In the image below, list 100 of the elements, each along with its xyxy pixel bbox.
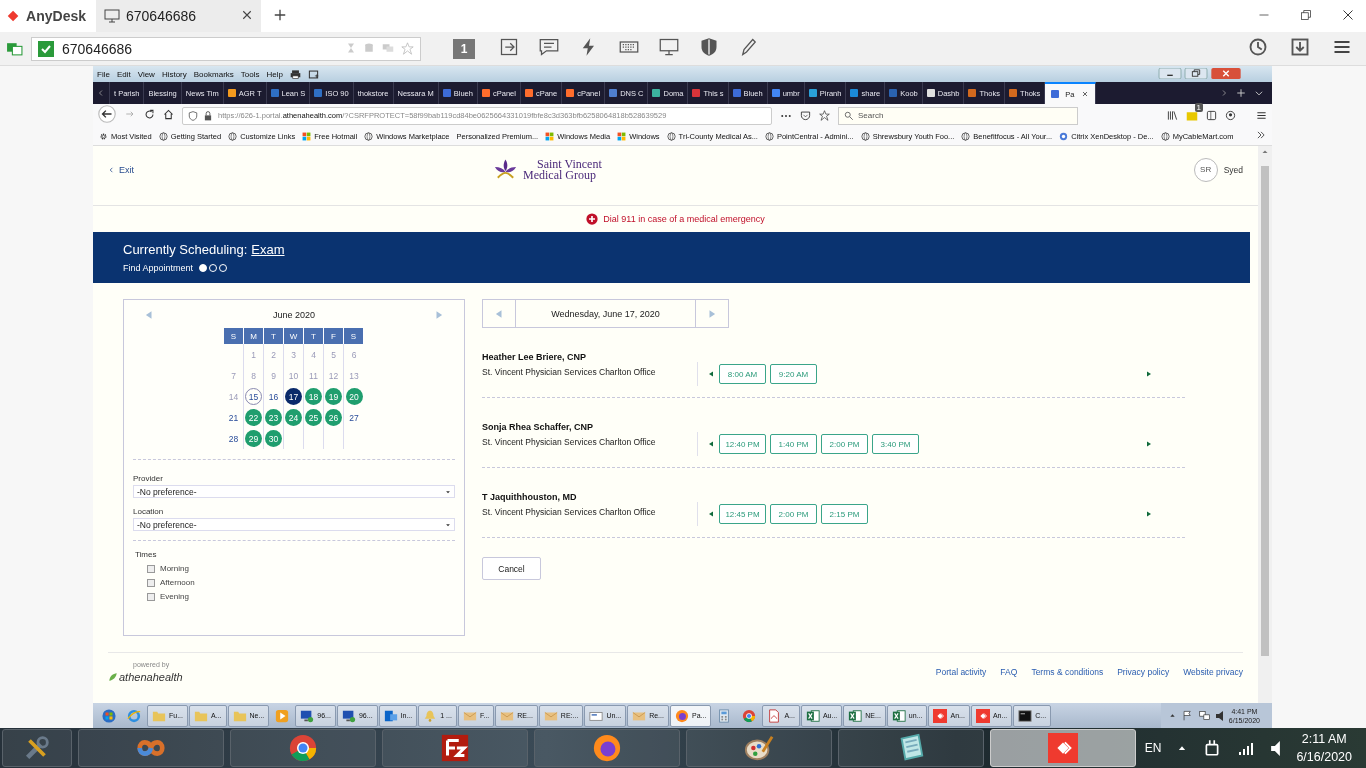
footer-link[interactable]: Website privacy	[1183, 667, 1243, 677]
scrollbar[interactable]	[1258, 146, 1272, 703]
home-icon	[163, 109, 174, 120]
next-times-button[interactable]	[1145, 370, 1153, 378]
calendar-day: 5	[325, 346, 342, 363]
office-name: St. Vincent Physician Services Charlton Office	[482, 367, 657, 377]
reload-icon	[144, 109, 155, 120]
mail-icon	[383, 708, 398, 723]
weekday-header: F	[324, 328, 344, 344]
globe-icon	[228, 131, 238, 141]
footer-link[interactable]: Portal activity	[935, 667, 987, 677]
dropdown[interactable]: -No preference-	[133, 518, 455, 531]
caret-down-icon	[445, 521, 451, 528]
previous-times-button[interactable]	[707, 510, 715, 518]
calendar-day[interactable]: 17	[285, 388, 302, 405]
chat-icon	[539, 37, 559, 57]
triangle-right-icon	[1145, 440, 1153, 448]
footer-link[interactable]: FAQ	[1000, 667, 1018, 677]
time-slot-button[interactable]: 2:00 PM	[821, 434, 868, 454]
spreadsheet-icon	[891, 708, 906, 723]
restore-button[interactable]	[1184, 66, 1208, 82]
calendar-day[interactable]: 16	[265, 388, 282, 405]
database-icon	[363, 42, 375, 54]
calendar-day: 9	[265, 367, 282, 384]
calendar-day: 2	[265, 346, 282, 363]
checkbox[interactable]	[147, 592, 155, 601]
time-slot-button[interactable]: 2:00 PM	[770, 504, 817, 524]
file-transfer-icon	[440, 733, 470, 763]
taskbar-button[interactable]	[2, 729, 72, 767]
taskbar-button[interactable]	[838, 729, 984, 767]
footer-link[interactable]: Terms & conditions	[1031, 667, 1104, 677]
time-slot-button[interactable]: 12:45 PM	[719, 504, 766, 524]
calendar-day: 1	[245, 346, 262, 363]
chevron-left-icon	[108, 165, 115, 174]
globe-icon	[364, 131, 374, 141]
next-times-button[interactable]	[1145, 440, 1153, 448]
checkbox[interactable]	[147, 564, 155, 573]
taskbar-button[interactable]	[230, 729, 376, 767]
footer-link[interactable]: Privacy policy	[1117, 667, 1170, 677]
palette-icon	[744, 733, 774, 763]
calendar-day[interactable]: 27	[345, 409, 363, 426]
display-number[interactable]: 1	[453, 38, 475, 59]
calendar-day[interactable]: 21	[225, 409, 242, 426]
menu-item[interactable]: Help	[266, 69, 283, 79]
browser-icon	[742, 708, 757, 723]
menu-item[interactable]: Edit	[116, 69, 131, 79]
calculator-icon	[717, 708, 732, 723]
history-icon	[1248, 37, 1268, 57]
taskbar-button[interactable]	[686, 729, 832, 767]
appointment-type-link[interactable]: Exam	[251, 242, 285, 257]
chevron-right-icon	[1220, 87, 1228, 98]
menu-item[interactable]: History	[161, 69, 187, 79]
close-icon	[241, 9, 253, 21]
user-name: Syed	[1223, 164, 1243, 175]
dropdown[interactable]: -No preference-	[133, 485, 455, 498]
menu-item[interactable]: View	[137, 69, 155, 79]
menu-item[interactable]: Bookmarks	[193, 69, 234, 79]
close-icon	[1080, 90, 1089, 98]
time-slot-button[interactable]: 2:15 PM	[821, 504, 868, 524]
time-slot-button[interactable]: 1:40 PM	[770, 434, 817, 454]
time-slot-button[interactable]: 8:00 AM	[719, 364, 766, 384]
taskbar-button[interactable]	[534, 729, 680, 767]
language-indicator[interactable]: EN	[1144, 741, 1162, 755]
windows-icon	[617, 131, 627, 141]
previous-times-button[interactable]	[707, 370, 715, 378]
taskbar-button[interactable]	[382, 729, 528, 767]
time-slot-button[interactable]: 12:40 PM	[719, 434, 766, 454]
search-field[interactable]: Search	[838, 106, 1078, 125]
back-button[interactable]	[98, 105, 116, 126]
pocket-icon	[800, 110, 811, 121]
time-slot-button[interactable]: 9:20 AM	[770, 364, 817, 384]
calendar-day: 12	[325, 367, 342, 384]
previous-times-button[interactable]	[707, 440, 715, 448]
menu-item[interactable]: Tools	[240, 69, 260, 79]
triangle-left-icon	[707, 510, 715, 518]
volume-icon	[1215, 710, 1223, 721]
session-tab[interactable]: 670646686	[96, 0, 261, 32]
calendar-day[interactable]: 28	[225, 430, 242, 447]
hourglass-icon	[345, 42, 357, 54]
star-icon	[819, 110, 830, 121]
time-slot-button[interactable]: 3:40 PM	[872, 434, 919, 454]
exit-link[interactable]: Exit	[108, 164, 134, 175]
weekday-header: S	[344, 328, 364, 344]
user-avatar[interactable]: SR	[1193, 157, 1218, 182]
weekday-header: W	[284, 328, 304, 344]
screens-icon	[381, 42, 395, 54]
menu-item[interactable]: File	[97, 69, 110, 79]
account-icon	[1225, 110, 1236, 121]
minimize-icon	[1158, 67, 1182, 79]
checkbox[interactable]	[147, 578, 155, 587]
circle-icon	[1059, 131, 1069, 141]
calendar-day: 13	[345, 367, 363, 384]
cancel-button[interactable]: Cancel	[482, 557, 541, 580]
switch-side-icon	[499, 37, 519, 57]
scroll-up-icon	[1261, 148, 1269, 156]
weekday-header: S	[224, 328, 244, 344]
times-label: Times	[134, 550, 158, 559]
address-field[interactable]: 670646686	[31, 36, 421, 61]
clock-date: 6/16/2020	[1296, 749, 1352, 766]
next-times-button[interactable]	[1145, 510, 1153, 518]
